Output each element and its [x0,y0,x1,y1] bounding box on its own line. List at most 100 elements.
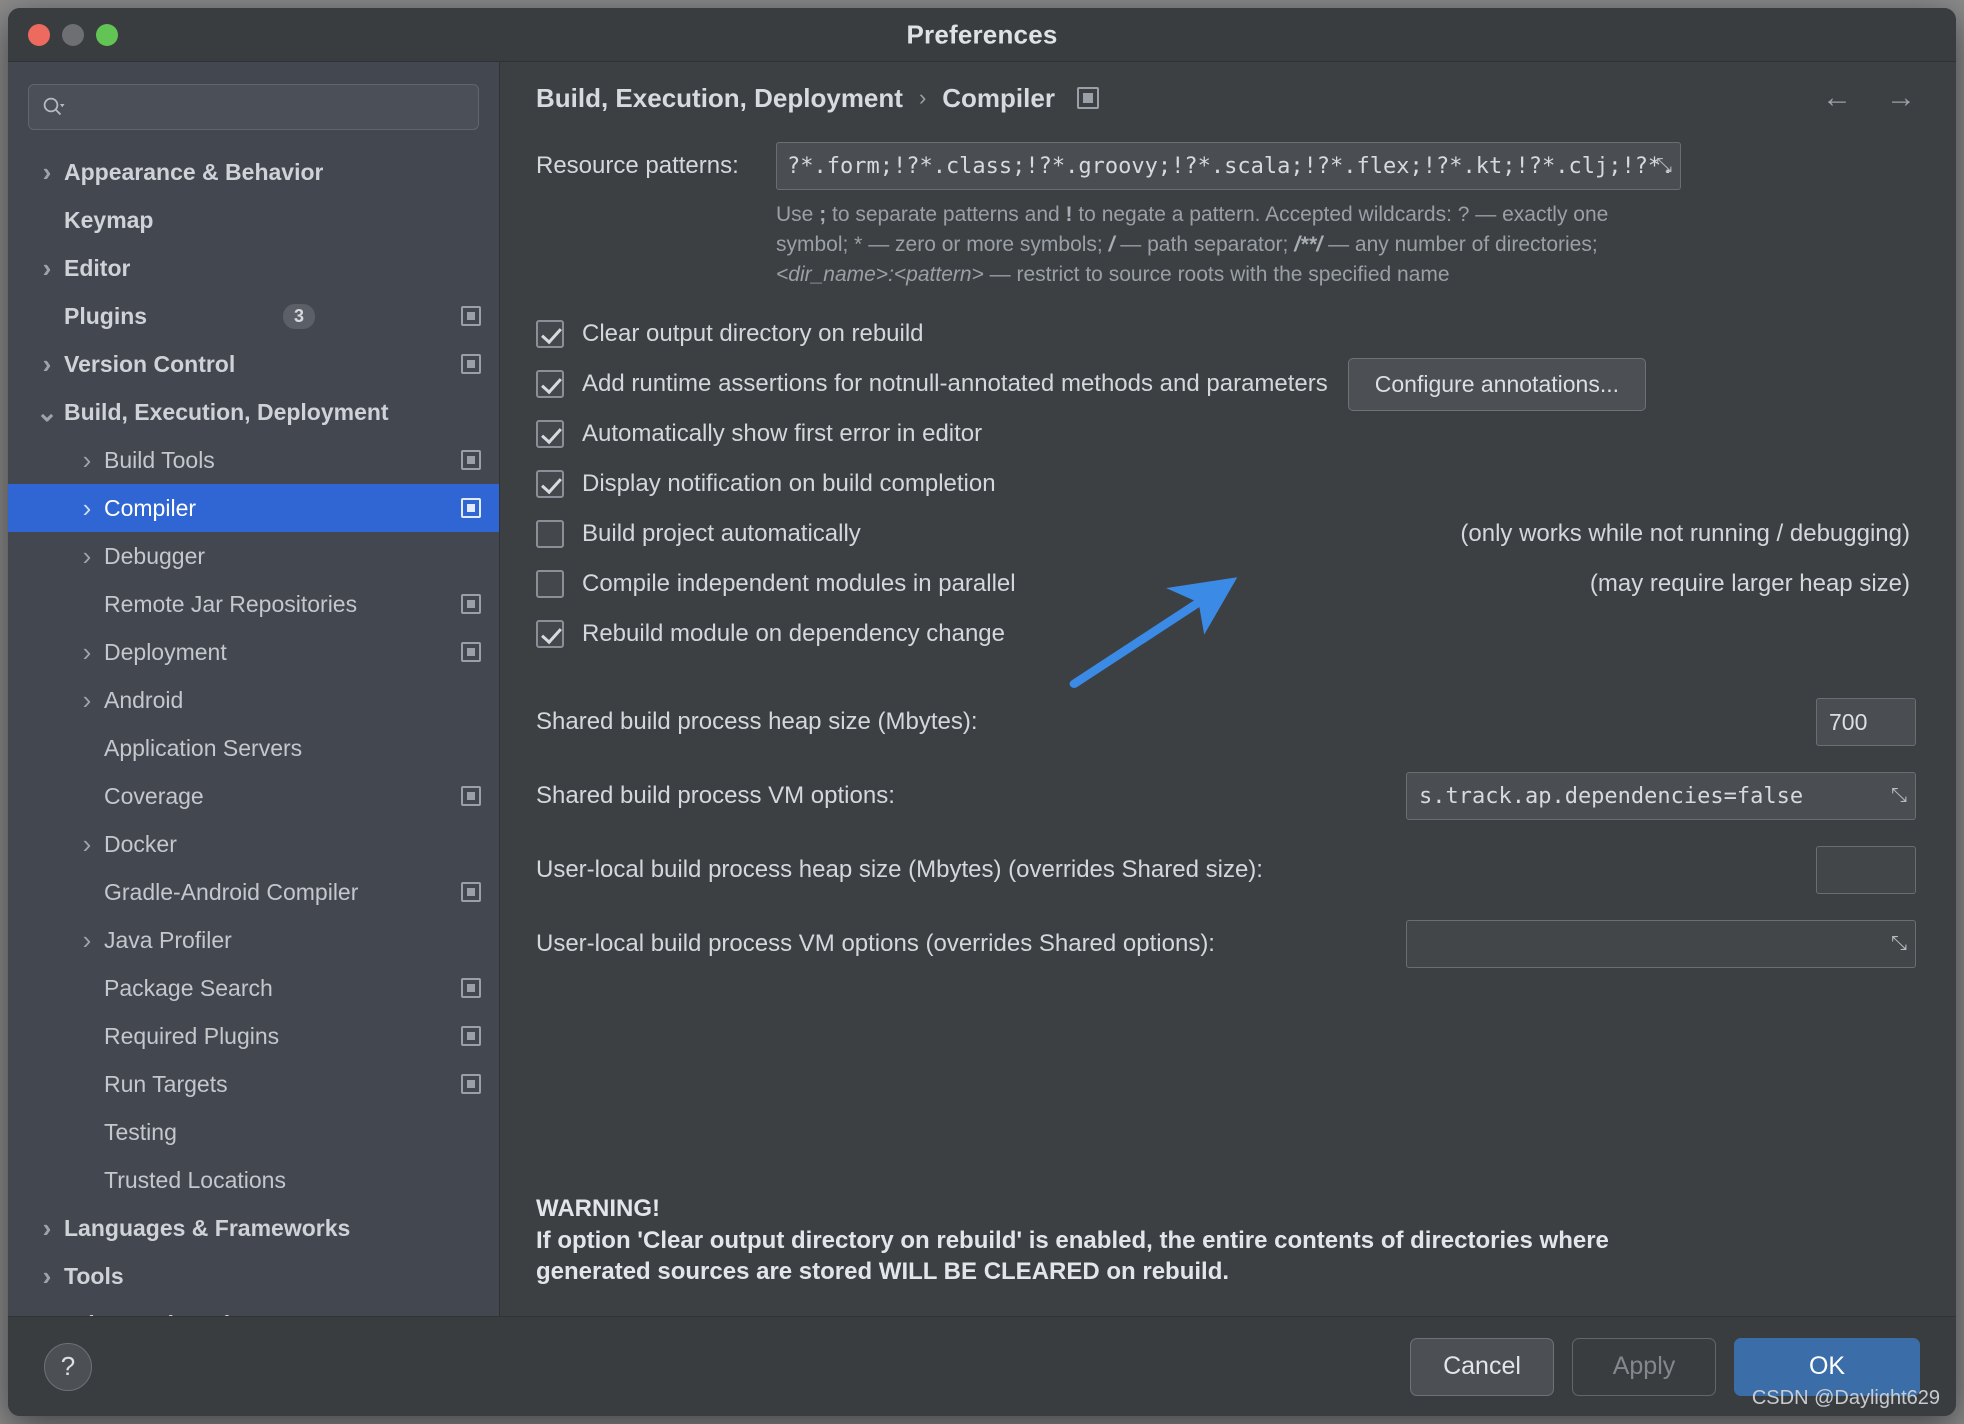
sidebar-item-run-targets[interactable]: ›Run Targets [8,1060,499,1108]
sidebar-item-advanced-settings[interactable]: ›Advanced Settings [8,1300,499,1317]
sidebar-item-package-search[interactable]: ›Package Search [8,964,499,1012]
sidebar-item-application-servers[interactable]: ›Application Servers [8,724,499,772]
hint-text-1: Use [776,203,820,226]
field-input-wrap: ⤡ [1406,920,1916,969]
sidebar-item-label: Tools [64,1262,124,1289]
checkbox-row: Compile independent modules in parallel (… [536,559,1916,609]
hint-text-4: more symbols; [966,232,1109,256]
hint-text-5: — path separator; [1114,232,1295,256]
input-user-local-build-process-vm-options-overrides-sh[interactable]: ⤡ [1406,920,1916,969]
sidebar-item-keymap[interactable]: ›Keymap [8,196,499,244]
sidebar-item-docker[interactable]: › Docker [8,820,499,868]
settings-tree[interactable]: ›Appearance & Behavior›Keymap›Editor›Plu… [8,144,499,1316]
sidebar-item-build-tools[interactable]: › Build Tools [8,436,499,484]
chevron-right-icon[interactable]: › [70,445,104,476]
checkbox-label[interactable]: Automatically show first error in editor [582,420,982,448]
sidebar-item-label: Keymap [64,206,154,233]
sidebar-item-plugins[interactable]: ›Plugins3 [8,292,499,340]
chevron-right-icon[interactable]: › [70,685,104,716]
window-title: Preferences [906,19,1058,49]
warning-title: WARNING! [536,1194,660,1222]
sidebar-item-testing[interactable]: ›Testing [8,1108,499,1156]
configure-annotations-button[interactable]: Configure annotations... [1347,357,1646,411]
breadcrumb-parent[interactable]: Build, Execution, Deployment [536,83,903,114]
chevron-right-icon[interactable]: › [70,925,104,956]
sidebar-item-debugger[interactable]: › Debugger [8,532,499,580]
checkbox-clear-output-directory-on-rebuild[interactable] [536,320,564,349]
sidebar-item-tools[interactable]: › Tools [8,1252,499,1300]
sidebar-item-badge: 3 [283,303,316,329]
checkbox-label[interactable]: Compile independent modules in parallel [582,570,1016,598]
sidebar-item-coverage[interactable]: ›Coverage [8,772,499,820]
sidebar-item-version-control[interactable]: › Version Control [8,340,499,388]
checkbox-label[interactable]: Rebuild module on dependency change [582,620,1005,648]
project-scope-icon [461,786,481,806]
sidebar-item-label: Debugger [104,542,206,569]
search-input[interactable] [65,96,466,118]
chevron-right-icon[interactable]: › [30,1261,64,1292]
sidebar-item-languages-frameworks[interactable]: › Languages & Frameworks [8,1204,499,1252]
checkbox-add-runtime-assertions-for-notnull-annotated-methods-and-parameters[interactable] [536,370,564,399]
project-scope-icon [461,1026,481,1046]
breadcrumb-separator: › [918,85,927,110]
checkbox-note: (only works while not running / debuggin… [1460,520,1910,548]
chevron-right-icon[interactable]: › [70,493,104,524]
checkbox-compile-independent-modules-in-parallel[interactable] [536,570,564,599]
sidebar-item-label: Android [104,686,184,713]
sidebar-item-deployment[interactable]: › Deployment [8,628,499,676]
chevron-right-icon[interactable]: › [30,253,64,284]
back-arrow-icon[interactable]: ← [1822,81,1852,115]
chevron-right-icon[interactable]: › [70,637,104,668]
expand-icon[interactable]: ⤡ [1891,785,1907,808]
sidebar-item-trusted-locations[interactable]: ›Trusted Locations [8,1156,499,1204]
sidebar-item-label: Remote Jar Repositories [104,590,358,617]
checkbox-automatically-show-first-error-in-editor[interactable] [536,420,564,449]
checkbox-label[interactable]: Add runtime assertions for notnull-annot… [582,370,1328,398]
project-scope-icon [461,354,481,374]
chevron-right-icon[interactable]: › [30,157,64,188]
breadcrumb-current: Compiler [942,82,1055,113]
resource-patterns-field[interactable]: ?*.form;!?*.class;!?*.groovy;!?*.scala;!… [776,142,1681,190]
field-value: 700 [1829,708,1868,735]
sidebar-item-compiler[interactable]: › Compiler [8,484,499,532]
warning-line-1: If option 'Clear output directory on reb… [536,1226,1609,1254]
expand-icon[interactable]: ⤡ [1891,933,1907,956]
sidebar-item-android[interactable]: › Android [8,676,499,724]
sidebar-item-appearance-behavior[interactable]: › Appearance & Behavior [8,148,499,196]
resource-patterns-label: Resource patterns: [536,152,739,179]
preferences-window: Preferences ›Appearance & Behavior›Keyma [8,8,1956,1416]
checkbox-display-notification-on-build-completion[interactable] [536,470,564,499]
sidebar-item-remote-jar-repositories[interactable]: ›Remote Jar Repositories [8,580,499,628]
checkbox-build-project-automatically[interactable] [536,520,564,549]
input-shared-build-process-vm-options[interactable]: s.track.ap.dependencies=false ⤡ [1406,772,1916,821]
chevron-down-icon[interactable]: ⌄ [30,397,64,428]
sidebar-item-java-profiler[interactable]: › Java Profiler [8,916,499,964]
checkbox-label[interactable]: Build project automatically [582,520,861,548]
search-box[interactable] [28,84,479,130]
breadcrumb: Build, Execution, Deployment › Compiler … [500,62,1956,134]
forward-arrow-icon[interactable]: → [1886,81,1916,115]
input-shared-build-process-heap-size-mbytes[interactable]: 700 [1816,698,1916,747]
field-input-wrap: 700 [1816,698,1916,747]
chevron-right-icon[interactable]: › [70,541,104,572]
checkbox-label[interactable]: Clear output directory on rebuild [582,320,924,348]
sidebar-item-label: Docker [104,830,177,857]
sidebar-item-build-execution-deployment[interactable]: ⌄ Build, Execution, Deployment [8,388,499,436]
apply-button[interactable]: Apply [1572,1337,1716,1396]
sidebar-item-required-plugins[interactable]: ›Required Plugins [8,1012,499,1060]
chevron-right-icon[interactable]: › [70,829,104,860]
sidebar-item-editor[interactable]: › Editor [8,244,499,292]
sidebar-item-gradle-android-compiler[interactable]: ›Gradle-Android Compiler [8,868,499,916]
checkbox-label[interactable]: Display notification on build completion [582,470,996,498]
sidebar-item-label: Appearance & Behavior [64,158,324,185]
project-scope-icon [461,498,481,518]
chevron-right-icon[interactable]: › [30,349,64,380]
cancel-button[interactable]: Cancel [1410,1337,1554,1396]
expand-icon[interactable]: ⤡ [1656,155,1672,178]
chevron-right-icon[interactable]: › [30,1213,64,1244]
warning-line-2: generated sources are stored WILL BE CLE… [536,1258,1230,1286]
input-user-local-build-process-heap-size-mbytes-overri[interactable] [1816,846,1916,895]
help-button[interactable]: ? [44,1342,92,1391]
checkbox-rebuild-module-on-dependency-change[interactable] [536,620,564,649]
sidebar-item-label: Java Profiler [104,926,232,953]
